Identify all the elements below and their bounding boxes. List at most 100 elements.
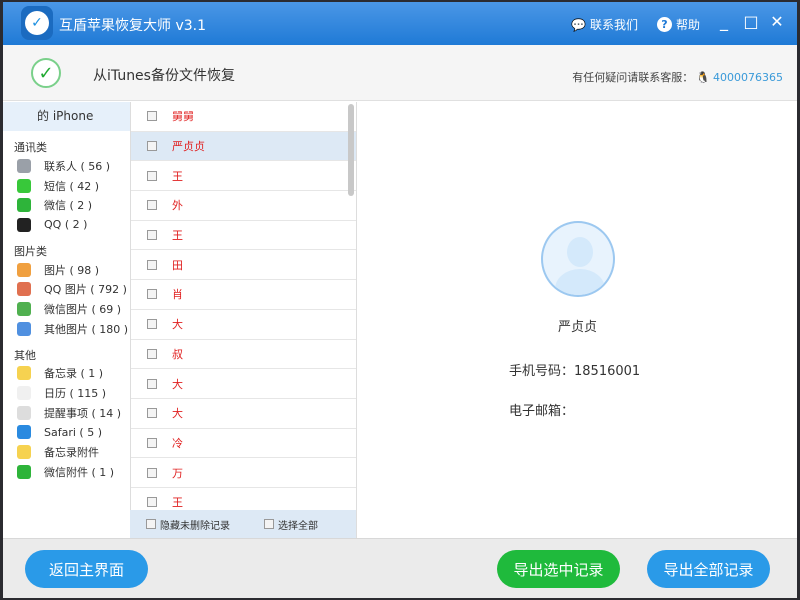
app-window: ✓ 互盾苹果恢复大师 v3.1 💬 联系我们 ? 帮助 _ □ ✕ ✓ 从iTune… [3, 2, 797, 598]
select-all-label: 选择全部 [278, 520, 318, 532]
contact-name-cell: 王 [172, 496, 183, 510]
contact-us-label: 联系我们 [589, 18, 638, 32]
row-checkbox[interactable] [147, 141, 157, 152]
list-item[interactable]: 王 [131, 221, 356, 251]
sidebar-item-label: 提醒事项 ( 14 ) [44, 406, 122, 420]
list-item[interactable]: 万 [131, 458, 356, 488]
contact-name-cell: 叔 [172, 347, 183, 361]
sidebar-item[interactable]: 图片 ( 98 ) [3, 260, 130, 280]
help-button[interactable]: ? 帮助 [657, 16, 700, 33]
contact-name-cell: 肖 [172, 288, 183, 302]
row-checkbox[interactable] [147, 348, 157, 359]
sidebar-item-label: 日历 ( 115 ) [44, 387, 107, 401]
category-icon [17, 217, 31, 232]
category-icon [17, 282, 31, 297]
header: ✓ 从iTunes备份文件恢复 有任何疑问请联系客服： 🐧 4000076365 [3, 45, 797, 101]
row-checkbox[interactable] [147, 378, 157, 389]
row-checkbox[interactable] [147, 111, 157, 122]
list-item[interactable]: 大 [131, 310, 356, 340]
sidebar-item[interactable]: 微信图片 ( 69 ) [3, 299, 130, 319]
contact-name-cell: 田 [172, 258, 183, 272]
contact-list: 舅舅 严贞贞王外王田肖大叔大大冷万王 [130, 102, 356, 510]
contact-name-cell: 冷 [172, 436, 183, 450]
maximize-button[interactable]: □ [741, 12, 761, 31]
category-sidebar: 的 iPhone 通讯类联系人 ( 56 ) 短信 ( 42 ) 微信 ( 2 ) Q… [3, 102, 130, 538]
back-to-main-button[interactable]: 返回主界面 [25, 550, 148, 588]
support-number[interactable]: 4000076365 [713, 71, 783, 84]
sidebar-item-label: 其他图片 ( 180 ) [44, 322, 129, 336]
footer: 返回主界面 导出选中记录 导出全部记录 [3, 538, 797, 598]
contact-name-cell: 王 [172, 169, 183, 183]
contact-name-cell: 万 [172, 466, 183, 480]
support-contact: 有任何疑问请联系客服： 🐧 4000076365 [572, 69, 783, 85]
sidebar-item[interactable]: 备忘录 ( 1 ) [3, 364, 130, 384]
sidebar-item[interactable]: Safari ( 5 ) [3, 423, 130, 443]
list-item[interactable]: 肖 [131, 280, 356, 310]
contact-name: 严贞贞 [557, 320, 597, 335]
sidebar-item[interactable]: 联系人 ( 56 ) [3, 156, 130, 176]
list-item[interactable]: 外 [131, 191, 356, 221]
email-field: 电子邮箱： [509, 404, 575, 419]
row-checkbox[interactable] [147, 497, 157, 508]
list-item[interactable]: 王 [131, 488, 356, 510]
contact-name-cell: 大 [172, 407, 183, 421]
sidebar-item[interactable]: 微信 ( 2 ) [3, 195, 130, 215]
export-selected-button[interactable]: 导出选中记录 [497, 550, 620, 588]
list-scrollbar[interactable] [348, 104, 354, 196]
category-icon [17, 198, 31, 213]
row-checkbox[interactable] [147, 259, 157, 270]
contact-detail: 严贞贞 手机号码：18516001 电子邮箱： [356, 102, 797, 538]
contact-us-button[interactable]: 💬 联系我们 [571, 16, 638, 33]
list-item[interactable]: 严贞贞 [131, 131, 356, 162]
sidebar-item[interactable]: 提醒事项 ( 14 ) [3, 403, 130, 423]
row-checkbox[interactable] [147, 408, 157, 419]
help-label: 帮助 [676, 18, 701, 32]
category-icon [17, 386, 31, 401]
list-item[interactable]: 冷 [131, 429, 356, 459]
row-checkbox[interactable] [147, 289, 157, 300]
category-heading: 其他 [14, 348, 36, 362]
list-item[interactable]: 叔 [131, 340, 356, 370]
device-item[interactable]: 的 iPhone [3, 102, 130, 131]
hide-undeleted-checkbox[interactable] [146, 519, 156, 529]
sidebar-item-label: QQ ( 2 ) [44, 218, 88, 232]
contact-name-cell: 大 [172, 318, 183, 332]
category-icon [17, 321, 31, 336]
close-button[interactable]: ✕ [767, 12, 787, 31]
sidebar-item-label: 备忘录附件 [44, 446, 99, 460]
sidebar-item-label: 短信 ( 42 ) [44, 179, 100, 193]
title-bar: ✓ 互盾苹果恢复大师 v3.1 💬 联系我们 ? 帮助 _ □ ✕ [3, 2, 797, 45]
row-checkbox[interactable] [147, 230, 157, 241]
sidebar-item-label: 微信图片 ( 69 ) [44, 302, 122, 316]
app-logo-icon: ✓ [21, 6, 53, 40]
list-item[interactable]: 大 [131, 399, 356, 429]
sidebar-item[interactable]: 日历 ( 115 ) [3, 383, 130, 403]
list-item[interactable]: 大 [131, 369, 356, 399]
list-item[interactable]: 舅舅 [131, 102, 356, 132]
category-icon [17, 178, 31, 193]
sidebar-item[interactable]: QQ ( 2 ) [3, 215, 130, 235]
row-checkbox[interactable] [147, 437, 157, 448]
contact-name-cell: 王 [172, 229, 183, 243]
sidebar-item[interactable]: 短信 ( 42 ) [3, 176, 130, 196]
sidebar-item[interactable]: 备忘录附件 [3, 442, 130, 462]
sidebar-item[interactable]: QQ 图片 ( 792 ) [3, 279, 130, 299]
select-all-checkbox[interactable] [264, 519, 274, 529]
list-item[interactable]: 王 [131, 161, 356, 192]
chat-icon: 💬 [571, 17, 586, 32]
row-checkbox[interactable] [147, 200, 157, 211]
contact-name-cell: 舅舅 [172, 110, 194, 124]
export-all-button[interactable]: 导出全部记录 [647, 550, 770, 588]
row-checkbox[interactable] [147, 467, 157, 478]
contact-name-cell: 大 [172, 377, 183, 391]
sidebar-item[interactable]: 微信附件 ( 1 ) [3, 462, 130, 482]
sidebar-item[interactable]: 其他图片 ( 180 ) [3, 319, 130, 339]
minimize-button[interactable]: _ [714, 12, 734, 31]
sidebar-item-label: 图片 ( 98 ) [44, 263, 100, 277]
sidebar-item-label: QQ 图片 ( 792 ) [44, 283, 127, 297]
category-icon [17, 425, 31, 440]
list-item[interactable]: 田 [131, 250, 356, 281]
row-checkbox[interactable] [147, 170, 157, 181]
row-checkbox[interactable] [147, 319, 157, 330]
category-heading: 通讯类 [14, 141, 47, 154]
